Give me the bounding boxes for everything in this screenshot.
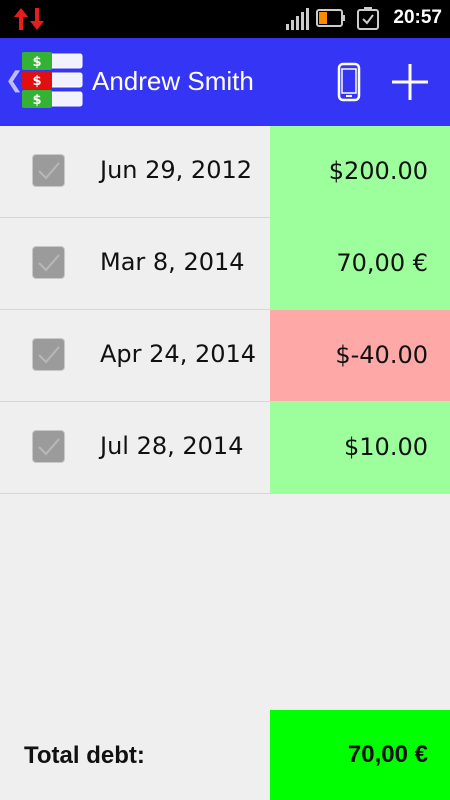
checkmark-icon (38, 254, 60, 272)
alarm-icon (357, 7, 379, 30)
svg-text:$: $ (32, 74, 41, 89)
debt-amount: 70,00 € (270, 218, 450, 309)
debt-date: Apr 24, 2014 (100, 340, 257, 368)
list-item[interactable]: Apr 24, 2014 $-40.00 (0, 310, 450, 402)
list-item[interactable]: Mar 8, 2014 70,00 € (0, 218, 450, 310)
debt-amount: $10.00 (270, 402, 450, 493)
debt-date: Jul 28, 2014 (100, 432, 244, 460)
signal-icon (286, 8, 309, 30)
phone-icon[interactable] (336, 62, 362, 102)
checkmark-icon (38, 162, 60, 180)
checkmark-icon (38, 346, 60, 364)
data-transfer-icon (14, 8, 44, 30)
add-icon[interactable] (390, 62, 430, 102)
svg-text:$: $ (32, 93, 41, 108)
debt-amount: $-40.00 (270, 310, 450, 401)
paid-checkbox[interactable] (32, 338, 65, 371)
total-amount: 70,00 € (270, 710, 450, 800)
list-item[interactable]: Jul 28, 2014 $10.00 (0, 402, 450, 494)
paid-checkbox[interactable] (32, 430, 65, 463)
debt-date: Jun 29, 2012 (100, 156, 253, 184)
debt-date: Mar 8, 2014 (100, 248, 245, 276)
list-item[interactable]: Jun 29, 2012 $200.00 (0, 126, 450, 218)
debt-list: Jun 29, 2012 $200.00 Mar 8, 2014 70,00 €… (0, 126, 450, 494)
total-bar: Total debt: 70,00 € (0, 710, 450, 800)
paid-checkbox[interactable] (32, 154, 65, 187)
total-label: Total debt: (24, 742, 145, 769)
status-clock: 20:57 (393, 7, 442, 28)
checkmark-icon (38, 438, 60, 456)
action-bar: ❮ $ $ $ Andrew Smith (0, 38, 450, 126)
paid-checkbox[interactable] (32, 246, 65, 279)
money-stack-icon[interactable]: $ $ $ (20, 52, 86, 110)
svg-text:$: $ (32, 55, 41, 70)
debt-amount: $200.00 (270, 126, 450, 217)
contact-name-title: Andrew Smith (92, 66, 254, 96)
battery-icon (316, 9, 345, 27)
status-bar: 20:57 (0, 0, 450, 38)
